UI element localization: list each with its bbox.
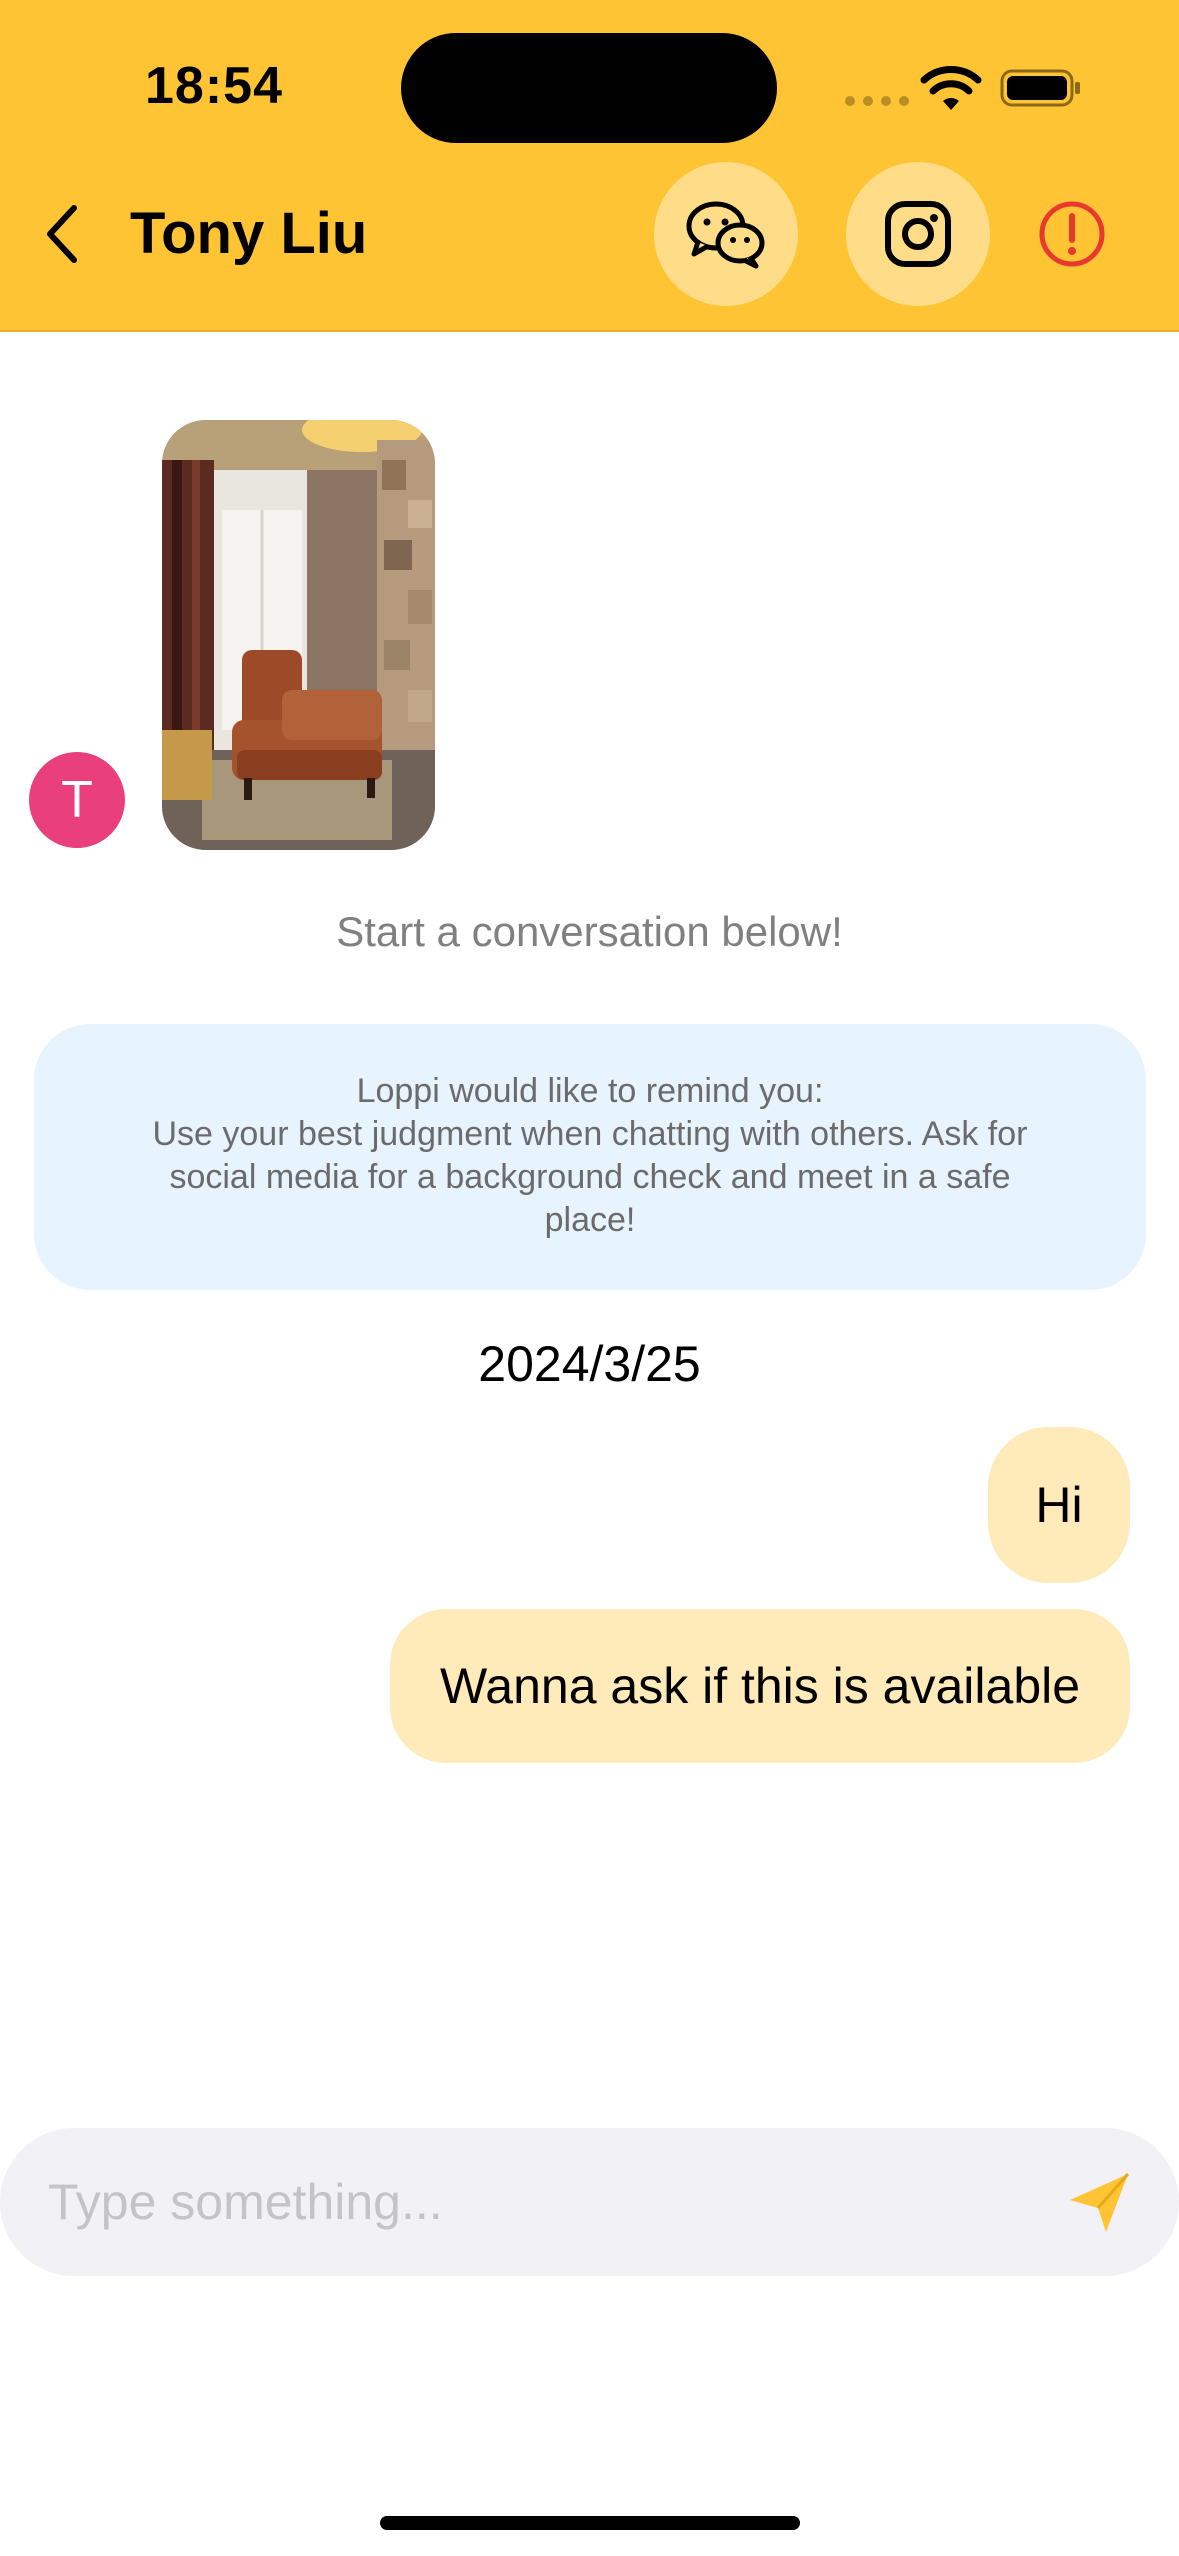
- battery-icon: [1000, 69, 1080, 107]
- instagram-button[interactable]: [846, 162, 990, 306]
- message-input[interactable]: [48, 2128, 1028, 2276]
- reminder-line: place!: [544, 1201, 636, 1239]
- avatar-initial: T: [61, 771, 93, 829]
- message-text: Wanna ask if this is available: [439, 1658, 1081, 1714]
- instagram-icon: [885, 201, 951, 267]
- wifi-icon: [920, 66, 982, 110]
- avatar[interactable]: T: [29, 752, 125, 848]
- message-text: Hi: [1035, 1477, 1083, 1533]
- armchair-photo-image: [162, 420, 435, 850]
- reminder-line: Loppi would like to remind you:: [356, 1072, 824, 1110]
- chat-title: Tony Liu: [130, 201, 368, 266]
- reminder-line: social media for a background check and …: [169, 1158, 1011, 1196]
- back-button[interactable]: [38, 198, 90, 270]
- start-conversation-text: Start a conversation below!: [336, 908, 843, 955]
- wechat-button[interactable]: [654, 162, 798, 306]
- message-bubble-sent[interactable]: Wanna ask if this is available: [390, 1609, 1130, 1763]
- header-bar: 18:54 Tony Liu: [0, 0, 1179, 332]
- dynamic-island: [401, 33, 777, 143]
- safety-reminder: Loppi would like to remind you: Use your…: [34, 1024, 1146, 1290]
- cellular-signal-icon: [845, 96, 909, 106]
- send-button[interactable]: [1066, 2170, 1132, 2236]
- report-button[interactable]: [1036, 198, 1108, 270]
- listing-photo[interactable]: [162, 420, 435, 850]
- date-divider: 2024/3/25: [478, 1336, 701, 1392]
- wechat-icon: [686, 201, 765, 269]
- status-time: 18:54: [145, 57, 283, 115]
- message-bubble-sent[interactable]: Hi: [988, 1427, 1130, 1583]
- home-indicator[interactable]: [380, 2516, 800, 2530]
- composer-bar: [0, 2128, 1179, 2276]
- reminder-line: Use your best judgment when chatting wit…: [152, 1115, 1028, 1153]
